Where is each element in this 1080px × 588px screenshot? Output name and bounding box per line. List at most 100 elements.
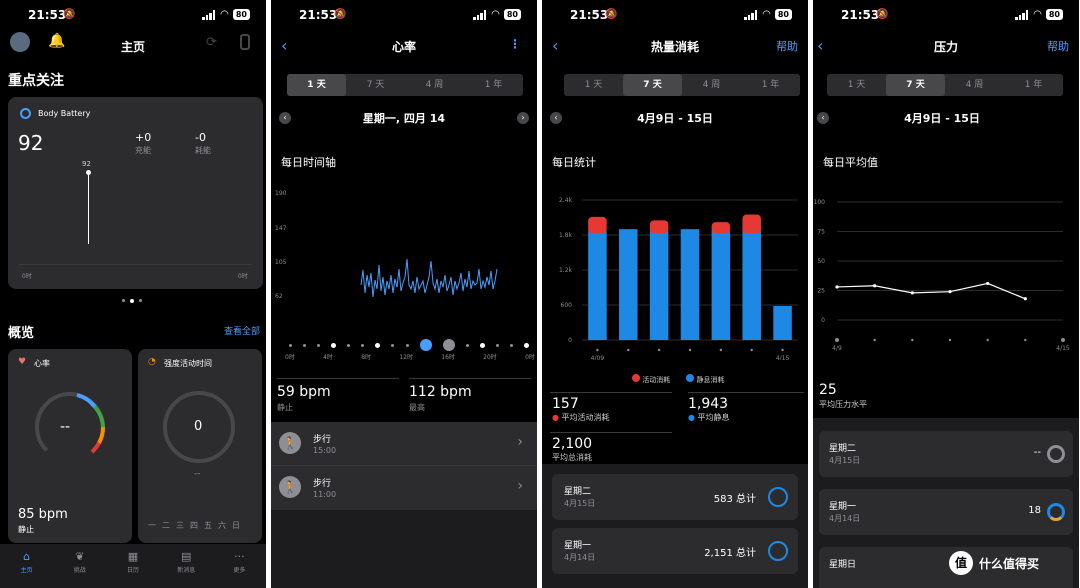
x-dot xyxy=(873,338,876,342)
y-tick: 1.2k xyxy=(559,267,573,274)
seg-1d[interactable]: 1 天 xyxy=(564,74,623,96)
body-battery-value: 92 xyxy=(18,131,44,155)
home-icon: ⌂ xyxy=(23,550,31,563)
resting-label: 静止 xyxy=(277,403,293,412)
watch-icon[interactable] xyxy=(240,34,250,50)
seg-4w[interactable]: 4 周 xyxy=(945,74,1004,96)
battery-icon: 80 xyxy=(774,9,792,20)
bar-rest xyxy=(711,230,731,340)
seg-1y[interactable]: 1 年 xyxy=(464,74,523,96)
week-days: 一 二 三 四 五 六 日 xyxy=(148,520,240,531)
day-label: 二 xyxy=(162,521,170,530)
rest-dot-icon xyxy=(686,374,695,382)
seg-1d[interactable]: 1 天 xyxy=(287,74,346,96)
view-all-link[interactable]: 查看全部 xyxy=(224,324,260,337)
max-label: 最高 xyxy=(409,403,425,412)
status-time: 21:53 xyxy=(841,8,880,22)
resting-value: 59 bpm xyxy=(277,384,331,400)
seg-4w[interactable]: 4 周 xyxy=(682,74,741,96)
progress-ring-icon xyxy=(768,487,788,507)
day-row[interactable]: 星期二 4月15日 583 总计 xyxy=(552,474,798,520)
help-link[interactable]: 帮助 xyxy=(1047,38,1069,54)
prev-date-icon[interactable]: ‹ xyxy=(279,112,291,124)
y-tick: 0 xyxy=(568,337,572,344)
battery-icon: 80 xyxy=(503,9,521,20)
wifi-icon: ◠ xyxy=(220,9,229,20)
bar-active xyxy=(711,222,731,234)
prev-date-icon[interactable]: ‹ xyxy=(817,112,829,124)
help-link[interactable]: 帮助 xyxy=(776,38,798,54)
bottom-filler xyxy=(271,510,537,588)
status-time: 21:53 xyxy=(299,8,338,22)
day-row[interactable]: 星期二 4月15日 -- xyxy=(819,431,1073,477)
seg-1y[interactable]: 1 年 xyxy=(741,74,800,96)
peak-label: 92 xyxy=(82,160,91,168)
row-date: 4月15日 xyxy=(564,499,596,508)
page-title: 压力 xyxy=(933,40,958,54)
date-row: ‹ 星期一, 四月 14 › xyxy=(279,110,529,128)
stress-point xyxy=(948,290,952,294)
sync-icon[interactable]: ⟳ xyxy=(206,35,217,50)
next-date-icon[interactable]: › xyxy=(517,112,529,124)
x-dot xyxy=(627,348,630,352)
mute-icon: 🔕 xyxy=(876,9,889,20)
y-tick: 100 xyxy=(814,199,826,206)
timeline-title: 每日时间轴 xyxy=(281,156,336,169)
walk-icon: 🚶 xyxy=(279,476,301,498)
more-vertical-icon[interactable]: ⋮ xyxy=(509,37,521,51)
day-row[interactable]: 星期一 4月14日 18 xyxy=(819,489,1073,535)
page-title: 心率 xyxy=(391,40,416,54)
stress-ring-icon xyxy=(1047,503,1065,521)
tab-calendar[interactable]: ▦ 日历 xyxy=(106,544,159,588)
divider xyxy=(277,378,399,379)
bar-rest xyxy=(773,305,792,340)
progress-ring-icon xyxy=(768,541,788,561)
intensity-card[interactable]: ◔ 强度活动时间 0 -- 一 二 三 四 五 六 日 xyxy=(138,349,262,543)
activity-row[interactable]: 🚶 步行 11:00 › xyxy=(271,466,537,510)
x-tick: 20时 xyxy=(483,354,497,361)
heart-rate-card[interactable]: ♥ 心率 -- 85 bpm 静止 xyxy=(8,349,132,543)
tab-more[interactable]: ··· 更多 xyxy=(213,544,266,588)
y-tick: 1.8k xyxy=(559,232,573,239)
screen-stress: 21:53 🔕 ◠ 80 ‹ 压力 帮助 1 天 7 天 4 周 1 年 ‹ 4… xyxy=(813,0,1079,588)
seg-4w[interactable]: 4 周 xyxy=(405,74,464,96)
y-tick: 75 xyxy=(817,229,825,236)
prev-date-icon[interactable]: ‹ xyxy=(550,112,562,124)
heart-bpm: 85 bpm xyxy=(18,507,68,522)
tab-bar: ⌂ 主页 ❦ 挑战 ▦ 日历 ▤ 新消息 ··· 更多 xyxy=(0,544,266,588)
day-row[interactable]: 星期一 4月14日 2,151 总计 xyxy=(552,528,798,574)
watermark-text: 什么值得买 xyxy=(979,556,1040,571)
stress-point xyxy=(1023,297,1027,301)
active-dot-icon xyxy=(632,374,640,382)
heart-state: 静止 xyxy=(18,525,34,534)
x-dot xyxy=(835,338,839,342)
tab-news[interactable]: ▤ 新消息 xyxy=(160,544,213,588)
heart-icon: ♥ xyxy=(18,357,27,367)
seg-1d[interactable]: 1 天 xyxy=(827,74,886,96)
seg-7d[interactable]: 7 天 xyxy=(886,74,945,96)
x-dot xyxy=(911,338,914,342)
stress-ring-icon xyxy=(1047,445,1065,463)
battery-icon: 80 xyxy=(232,9,250,20)
heart-label: 心率 xyxy=(34,359,50,368)
seg-1y[interactable]: 1 年 xyxy=(1004,74,1063,96)
seg-7d[interactable]: 7 天 xyxy=(623,74,682,96)
x-dot xyxy=(688,348,692,352)
row-date: 4月15日 xyxy=(829,456,861,465)
body-battery-card[interactable]: Body Battery 92 +0 充能 -0 耗能 92 0时 0时 xyxy=(8,97,263,289)
tab-challenge[interactable]: ❦ 挑战 xyxy=(53,544,106,588)
y-tick: 600 xyxy=(561,302,573,309)
signal-icon xyxy=(473,9,487,20)
activity-row[interactable]: 🚶 步行 15:00 › xyxy=(271,422,537,466)
activity-name: 步行 xyxy=(313,479,332,489)
bar-active xyxy=(588,216,607,234)
day-label: 四 xyxy=(190,521,198,530)
x-tick: 4时 xyxy=(323,354,333,361)
screen-calories: 21:53 🔕 ◠ 80 ‹ 热量消耗 帮助 1 天 7 天 4 周 1 年 ‹… xyxy=(542,0,808,588)
tab-home[interactable]: ⌂ 主页 xyxy=(0,544,53,588)
seg-7d[interactable]: 7 天 xyxy=(346,74,405,96)
avg-total-value: 2,100 xyxy=(552,436,593,452)
activity-list: 🚶 步行 15:00 › 🚶 步行 11:00 › xyxy=(271,422,537,510)
bar-rest xyxy=(588,230,607,340)
y-tick: 0 xyxy=(821,317,825,324)
